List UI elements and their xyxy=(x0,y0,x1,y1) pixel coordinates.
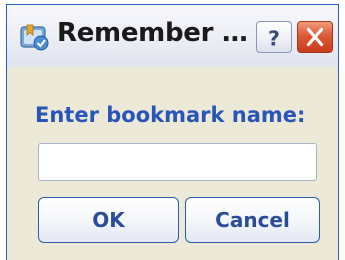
close-icon xyxy=(306,27,324,47)
dialog-window: Remember … ? Enter bookmark name: OK Can… xyxy=(6,4,339,260)
question-mark-icon: ? xyxy=(268,26,280,50)
help-label: ? xyxy=(268,26,280,50)
window-title: Remember … xyxy=(57,18,248,48)
bookmark-name-input[interactable] xyxy=(38,143,317,181)
bookmark-app-icon xyxy=(18,21,52,53)
close-button[interactable] xyxy=(297,21,333,53)
title-bar[interactable]: Remember … ? xyxy=(7,5,338,68)
help-button[interactable]: ? xyxy=(256,21,292,53)
bookmark-name-label: Enter bookmark name: xyxy=(35,103,306,127)
cancel-button[interactable]: Cancel xyxy=(185,197,320,243)
dialog-body: Enter bookmark name: OK Cancel xyxy=(7,67,338,260)
ok-button[interactable]: OK xyxy=(38,197,179,243)
